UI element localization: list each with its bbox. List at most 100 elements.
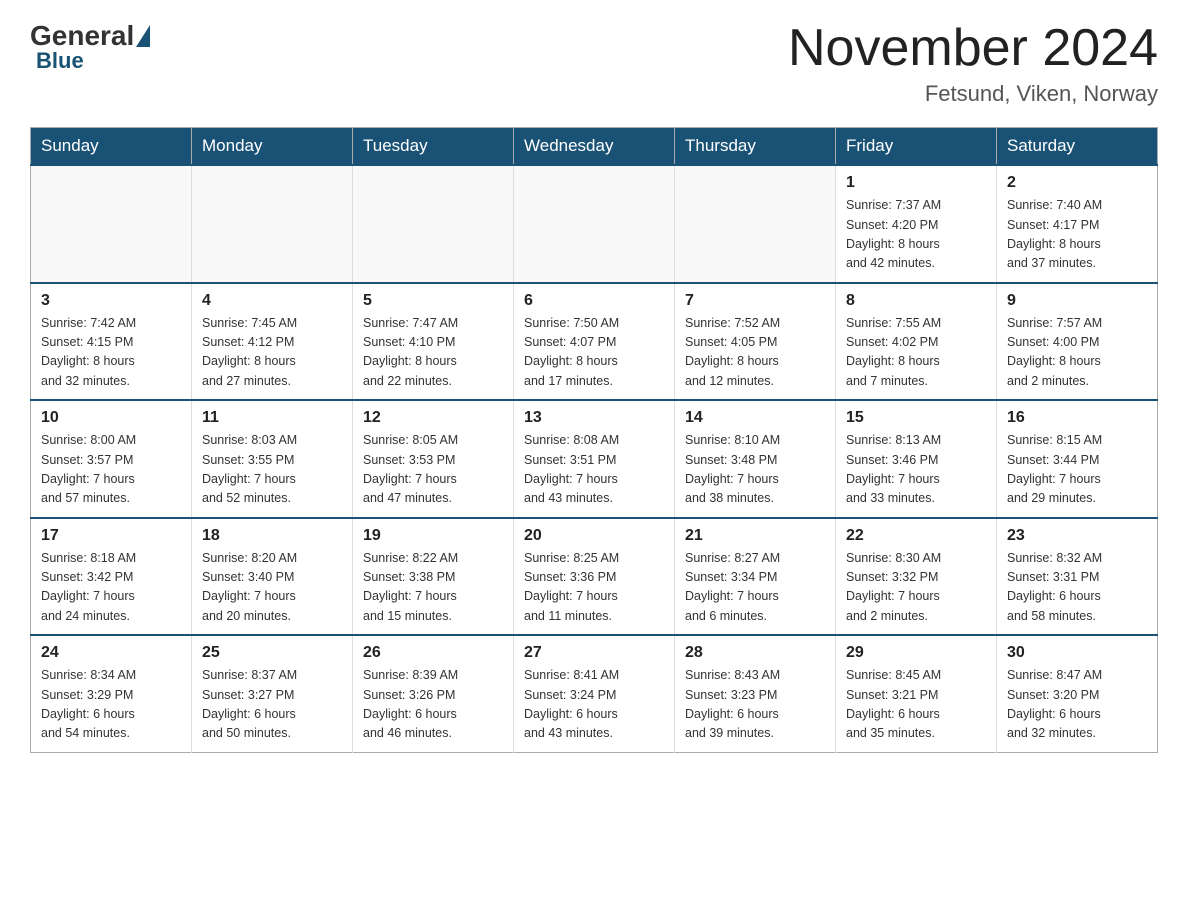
day-number: 26 bbox=[363, 644, 503, 662]
title-area: November 2024 Fetsund, Viken, Norway bbox=[788, 20, 1158, 107]
day-number: 14 bbox=[685, 409, 825, 427]
day-number: 11 bbox=[202, 409, 342, 427]
weekday-header-monday: Monday bbox=[192, 128, 353, 166]
day-number: 16 bbox=[1007, 409, 1147, 427]
day-number: 15 bbox=[846, 409, 986, 427]
day-info: Sunrise: 8:41 AMSunset: 3:24 PMDaylight:… bbox=[524, 666, 664, 744]
day-number: 27 bbox=[524, 644, 664, 662]
day-number: 29 bbox=[846, 644, 986, 662]
day-number: 4 bbox=[202, 292, 342, 310]
logo-blue-text: Blue bbox=[36, 48, 84, 74]
day-info: Sunrise: 8:10 AMSunset: 3:48 PMDaylight:… bbox=[685, 431, 825, 509]
calendar-cell: 5 Sunrise: 7:47 AMSunset: 4:10 PMDaylight… bbox=[353, 283, 514, 401]
logo-area: General Blue bbox=[30, 20, 152, 74]
day-info: Sunrise: 8:25 AMSunset: 3:36 PMDaylight:… bbox=[524, 549, 664, 627]
calendar-cell: 13 Sunrise: 8:08 AMSunset: 3:51 PMDayligh… bbox=[514, 400, 675, 518]
weekday-header-tuesday: Tuesday bbox=[353, 128, 514, 166]
day-number: 6 bbox=[524, 292, 664, 310]
calendar-cell: 11Sunrise: 8:03 AMSunset: 3:55 PMDayligh… bbox=[192, 400, 353, 518]
calendar-cell: 21 Sunrise: 8:27 AMSunset: 3:34 PMDayligh… bbox=[675, 518, 836, 636]
calendar-cell: 10Sunrise: 8:00 AMSunset: 3:57 PMDayligh… bbox=[31, 400, 192, 518]
weekday-header-thursday: Thursday bbox=[675, 128, 836, 166]
calendar-cell: 15 Sunrise: 8:13 AMSunset: 3:46 PMDayligh… bbox=[836, 400, 997, 518]
calendar-week-row: 17 Sunrise: 8:18 AMSunset: 3:42 PMDayligh… bbox=[31, 518, 1158, 636]
calendar-week-row: 24 Sunrise: 8:34 AMSunset: 3:29 PMDayligh… bbox=[31, 635, 1158, 752]
calendar-cell: 27 Sunrise: 8:41 AMSunset: 3:24 PMDayligh… bbox=[514, 635, 675, 752]
calendar-cell: 3Sunrise: 7:42 AMSunset: 4:15 PMDaylight… bbox=[31, 283, 192, 401]
day-info: Sunrise: 7:50 AMSunset: 4:07 PMDaylight:… bbox=[524, 314, 664, 392]
calendar-cell bbox=[514, 165, 675, 283]
calendar-cell: 18 Sunrise: 8:20 AMSunset: 3:40 PMDayligh… bbox=[192, 518, 353, 636]
calendar-cell bbox=[353, 165, 514, 283]
day-info: Sunrise: 7:52 AMSunset: 4:05 PMDaylight:… bbox=[685, 314, 825, 392]
calendar-cell bbox=[31, 165, 192, 283]
day-info: Sunrise: 8:27 AMSunset: 3:34 PMDaylight:… bbox=[685, 549, 825, 627]
day-number: 21 bbox=[685, 527, 825, 545]
day-number: 8 bbox=[846, 292, 986, 310]
calendar-cell bbox=[192, 165, 353, 283]
day-info: Sunrise: 8:13 AMSunset: 3:46 PMDaylight:… bbox=[846, 431, 986, 509]
weekday-header-row: SundayMondayTuesdayWednesdayThursdayFrid… bbox=[31, 128, 1158, 166]
day-number: 2 bbox=[1007, 174, 1147, 192]
calendar-cell: 25Sunrise: 8:37 AMSunset: 3:27 PMDayligh… bbox=[192, 635, 353, 752]
calendar-cell: 7 Sunrise: 7:52 AMSunset: 4:05 PMDaylight… bbox=[675, 283, 836, 401]
logo-triangle-icon bbox=[136, 25, 150, 47]
day-number: 28 bbox=[685, 644, 825, 662]
day-number: 1 bbox=[846, 174, 986, 192]
day-number: 5 bbox=[363, 292, 503, 310]
day-info: Sunrise: 8:30 AMSunset: 3:32 PMDaylight:… bbox=[846, 549, 986, 627]
day-number: 12 bbox=[363, 409, 503, 427]
calendar-cell: 30 Sunrise: 8:47 AMSunset: 3:20 PMDayligh… bbox=[997, 635, 1158, 752]
logo-bottom-row: Blue bbox=[30, 48, 84, 74]
day-info: Sunrise: 8:39 AMSunset: 3:26 PMDaylight:… bbox=[363, 666, 503, 744]
calendar-cell: 12 Sunrise: 8:05 AMSunset: 3:53 PMDayligh… bbox=[353, 400, 514, 518]
day-info: Sunrise: 8:43 AMSunset: 3:23 PMDaylight:… bbox=[685, 666, 825, 744]
day-info: Sunrise: 8:20 AMSunset: 3:40 PMDaylight:… bbox=[202, 549, 342, 627]
calendar-cell: 19 Sunrise: 8:22 AMSunset: 3:38 PMDayligh… bbox=[353, 518, 514, 636]
day-info: Sunrise: 8:22 AMSunset: 3:38 PMDaylight:… bbox=[363, 549, 503, 627]
day-number: 24 bbox=[41, 644, 181, 662]
calendar-table: SundayMondayTuesdayWednesdayThursdayFrid… bbox=[30, 127, 1158, 753]
calendar-cell: 16 Sunrise: 8:15 AMSunset: 3:44 PMDayligh… bbox=[997, 400, 1158, 518]
day-info: Sunrise: 7:55 AMSunset: 4:02 PMDaylight:… bbox=[846, 314, 986, 392]
calendar-cell bbox=[675, 165, 836, 283]
day-info: Sunrise: 7:57 AMSunset: 4:00 PMDaylight:… bbox=[1007, 314, 1147, 392]
calendar-cell: 17 Sunrise: 8:18 AMSunset: 3:42 PMDayligh… bbox=[31, 518, 192, 636]
day-info: Sunrise: 8:34 AMSunset: 3:29 PMDaylight:… bbox=[41, 666, 181, 744]
calendar-cell: 29 Sunrise: 8:45 AMSunset: 3:21 PMDayligh… bbox=[836, 635, 997, 752]
weekday-header-friday: Friday bbox=[836, 128, 997, 166]
day-info: Sunrise: 8:00 AMSunset: 3:57 PMDaylight:… bbox=[41, 431, 181, 509]
day-number: 18 bbox=[202, 527, 342, 545]
calendar-cell: 6 Sunrise: 7:50 AMSunset: 4:07 PMDaylight… bbox=[514, 283, 675, 401]
day-info: Sunrise: 8:18 AMSunset: 3:42 PMDaylight:… bbox=[41, 549, 181, 627]
day-number: 19 bbox=[363, 527, 503, 545]
day-info: Sunrise: 7:42 AMSunset: 4:15 PMDaylight:… bbox=[41, 314, 181, 392]
day-info: Sunrise: 8:08 AMSunset: 3:51 PMDaylight:… bbox=[524, 431, 664, 509]
calendar-week-row: 10Sunrise: 8:00 AMSunset: 3:57 PMDayligh… bbox=[31, 400, 1158, 518]
calendar-title: November 2024 bbox=[788, 20, 1158, 77]
calendar-cell: 4Sunrise: 7:45 AMSunset: 4:12 PMDaylight… bbox=[192, 283, 353, 401]
weekday-header-saturday: Saturday bbox=[997, 128, 1158, 166]
day-info: Sunrise: 8:45 AMSunset: 3:21 PMDaylight:… bbox=[846, 666, 986, 744]
calendar-cell: 2 Sunrise: 7:40 AMSunset: 4:17 PMDaylight… bbox=[997, 165, 1158, 283]
calendar-cell: 22 Sunrise: 8:30 AMSunset: 3:32 PMDayligh… bbox=[836, 518, 997, 636]
day-number: 17 bbox=[41, 527, 181, 545]
calendar-cell: 8 Sunrise: 7:55 AMSunset: 4:02 PMDaylight… bbox=[836, 283, 997, 401]
day-info: Sunrise: 8:15 AMSunset: 3:44 PMDaylight:… bbox=[1007, 431, 1147, 509]
calendar-cell: 23Sunrise: 8:32 AMSunset: 3:31 PMDayligh… bbox=[997, 518, 1158, 636]
day-info: Sunrise: 8:32 AMSunset: 3:31 PMDaylight:… bbox=[1007, 549, 1147, 627]
day-number: 22 bbox=[846, 527, 986, 545]
day-info: Sunrise: 7:40 AMSunset: 4:17 PMDaylight:… bbox=[1007, 196, 1147, 274]
day-number: 9 bbox=[1007, 292, 1147, 310]
day-info: Sunrise: 8:05 AMSunset: 3:53 PMDaylight:… bbox=[363, 431, 503, 509]
calendar-cell: 26 Sunrise: 8:39 AMSunset: 3:26 PMDayligh… bbox=[353, 635, 514, 752]
day-number: 7 bbox=[685, 292, 825, 310]
calendar-cell: 24 Sunrise: 8:34 AMSunset: 3:29 PMDayligh… bbox=[31, 635, 192, 752]
day-info: Sunrise: 7:47 AMSunset: 4:10 PMDaylight:… bbox=[363, 314, 503, 392]
day-number: 13 bbox=[524, 409, 664, 427]
day-info: Sunrise: 8:47 AMSunset: 3:20 PMDaylight:… bbox=[1007, 666, 1147, 744]
day-number: 30 bbox=[1007, 644, 1147, 662]
calendar-cell: 1Sunrise: 7:37 AMSunset: 4:20 PMDaylight… bbox=[836, 165, 997, 283]
calendar-week-row: 1Sunrise: 7:37 AMSunset: 4:20 PMDaylight… bbox=[31, 165, 1158, 283]
calendar-subtitle: Fetsund, Viken, Norway bbox=[788, 81, 1158, 107]
